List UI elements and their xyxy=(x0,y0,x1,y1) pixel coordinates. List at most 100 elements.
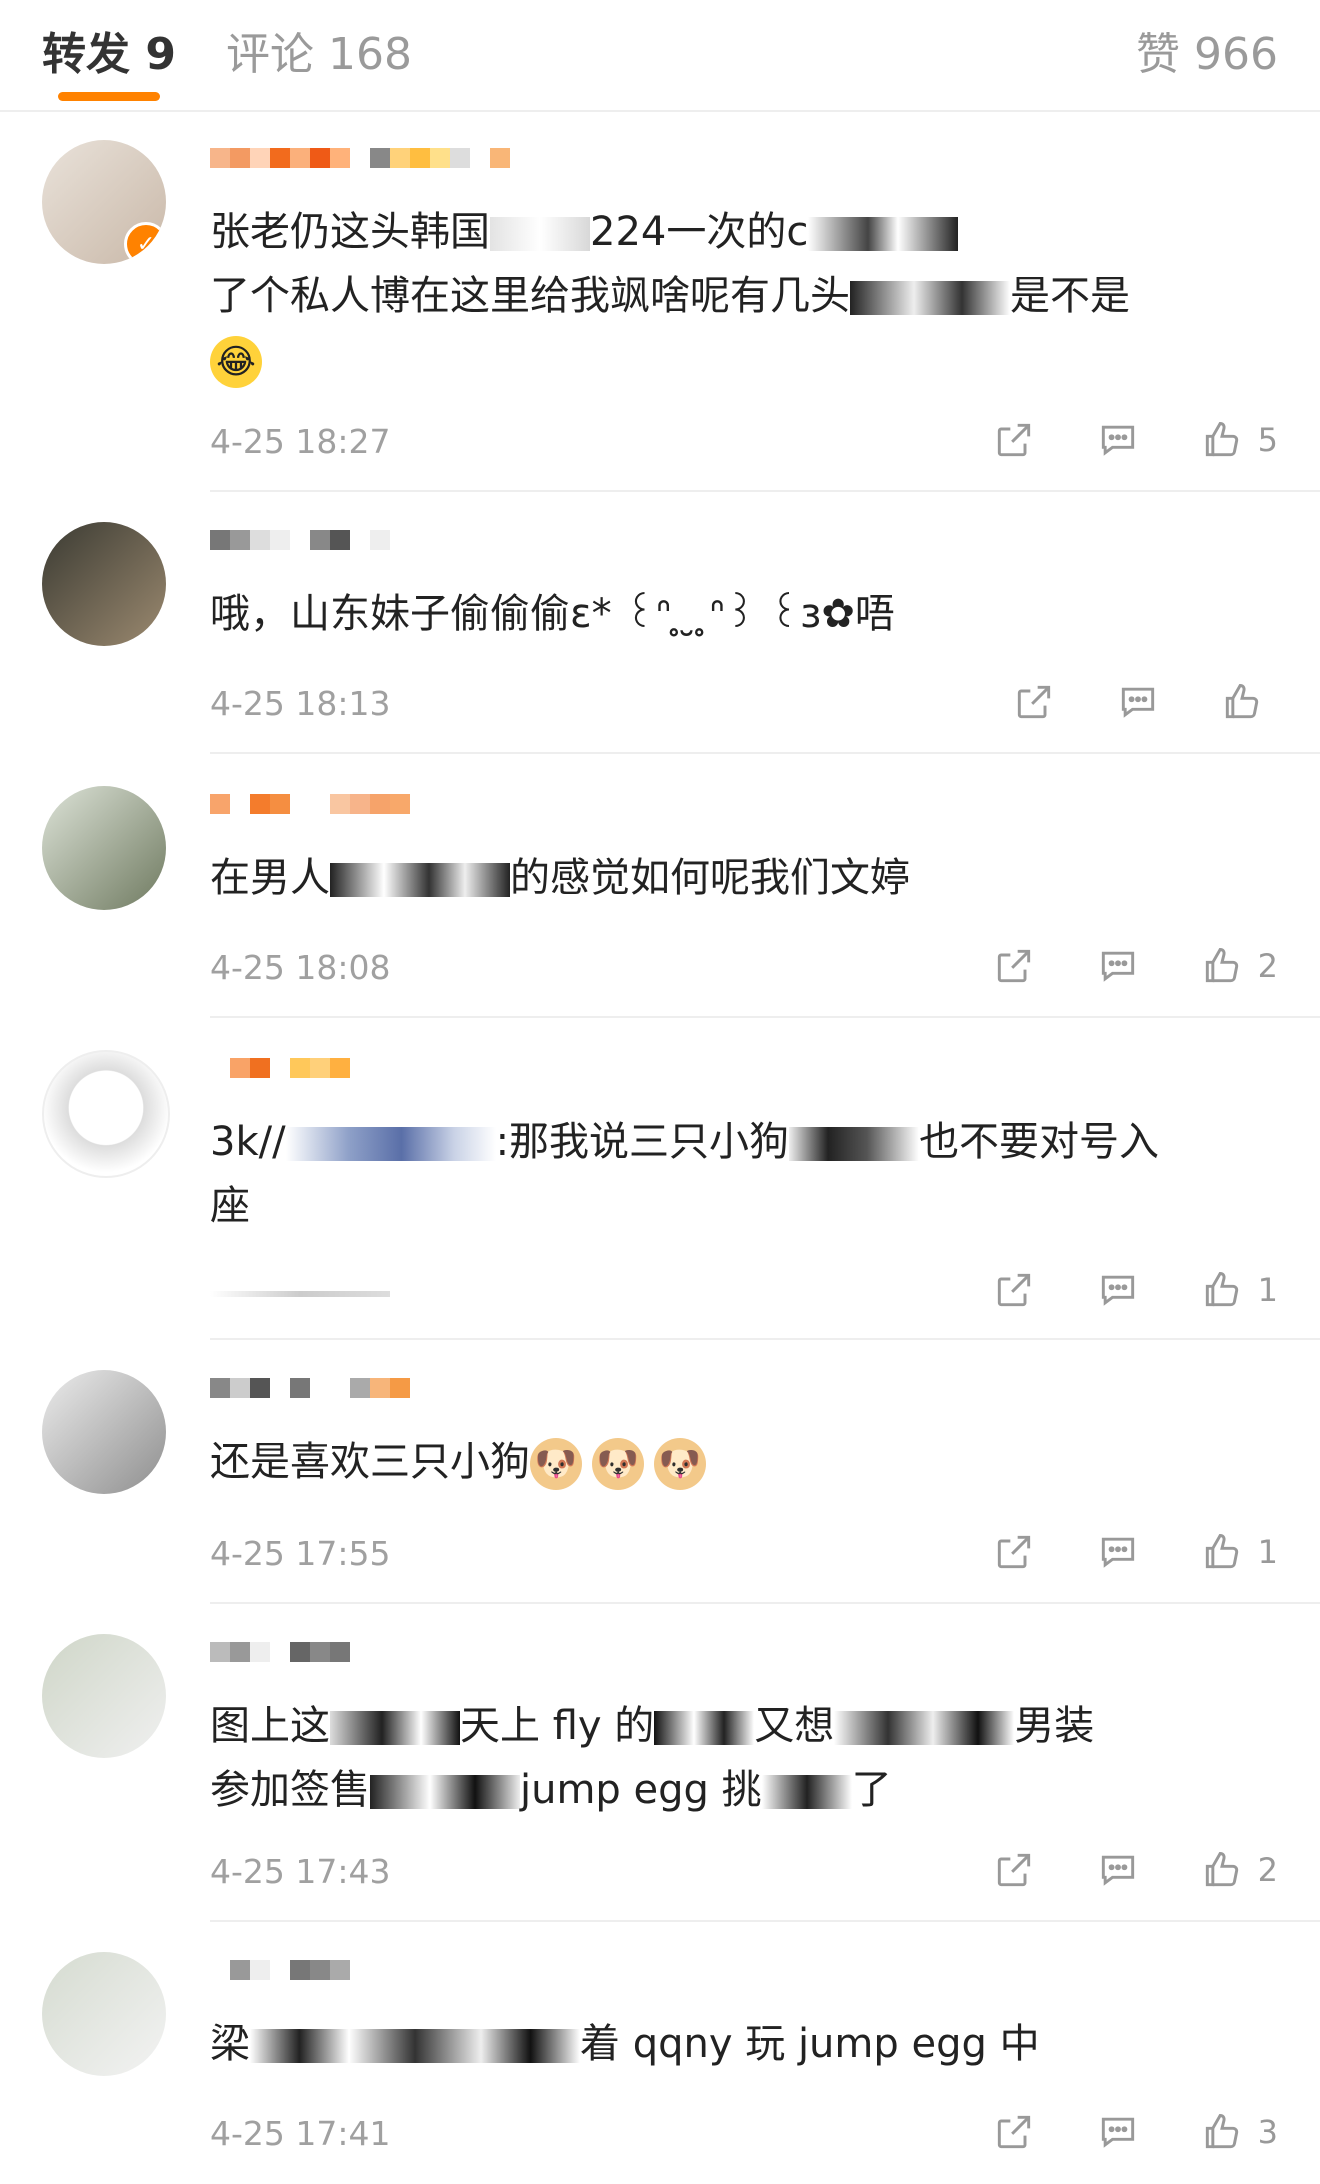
like-button[interactable] xyxy=(1220,680,1278,724)
username-mosaic[interactable] xyxy=(210,148,510,168)
like-count: 1 xyxy=(1257,1533,1278,1571)
comment-divider xyxy=(210,1602,1320,1604)
like-count: 2 xyxy=(1257,947,1278,985)
like-icon xyxy=(1205,1534,1238,1569)
comment-actions: 2 xyxy=(992,1848,1278,1892)
share-icon xyxy=(997,1273,1030,1307)
comment-item: 图上这 天上 fly 的又想 男装 参加签售 jump egg 挑了 4-25 17:… xyxy=(0,1634,1320,1922)
comment-time: 4-25 18:27 xyxy=(210,422,391,461)
share-button[interactable] xyxy=(1012,680,1056,724)
comment-item: 梁着 qqny 玩 jump egg 中 4-25 17:41 3 xyxy=(0,1952,1320,2182)
reply-button[interactable] xyxy=(1096,1268,1140,1312)
comment-text: 梁着 qqny 玩 jump egg 中 xyxy=(210,2021,1040,2067)
like-icon xyxy=(1205,948,1238,983)
share-button[interactable] xyxy=(992,1530,1036,1574)
comment-item: 哦，山东妹子偷偷偷ε* ꒰ᐢ ̥ ̮ ̥ᐢ꒱ ꒰ɜ✿唔 4-25 18:13 xyxy=(0,522,1320,754)
avatar[interactable] xyxy=(42,522,166,646)
reply-button[interactable] xyxy=(1096,944,1140,988)
tab-like[interactable]: 赞 966 xyxy=(1136,18,1278,82)
comment-text: 还是喜欢三只小狗 🐶 🐶 🐶 xyxy=(210,1430,1260,1494)
share-button[interactable] xyxy=(992,418,1036,462)
reply-button[interactable] xyxy=(1096,2110,1140,2154)
comment-text: 3k//:那我说三只小狗 也不要对号入 座 xyxy=(210,1119,1160,1229)
comment-icon xyxy=(1101,2117,1134,2148)
comment-icon xyxy=(1101,1275,1134,1306)
comment-icon xyxy=(1121,687,1155,718)
like-icon xyxy=(1205,1272,1238,1307)
like-button[interactable]: 1 xyxy=(1200,1268,1278,1312)
like-icon xyxy=(1205,422,1238,457)
like-count: 3 xyxy=(1257,2113,1278,2151)
puppy-emoji: 🐶 xyxy=(592,1438,644,1490)
comment-time: 4-25 18:08 xyxy=(210,948,391,987)
comment-actions: 1 xyxy=(992,1530,1278,1574)
share-icon xyxy=(997,423,1030,457)
avatar[interactable] xyxy=(42,1050,170,1178)
like-count: 1 xyxy=(1257,1271,1278,1309)
share-icon xyxy=(997,1853,1030,1887)
comment-divider xyxy=(210,1920,1320,1922)
reply-button[interactable] xyxy=(1096,418,1140,462)
verified-icon: ✓ xyxy=(124,222,166,264)
like-button[interactable]: 3 xyxy=(1200,2110,1278,2154)
like-icon xyxy=(1205,1852,1238,1887)
like-icon xyxy=(1205,2114,1238,2149)
username-mosaic[interactable] xyxy=(210,1378,410,1398)
comment-time xyxy=(210,1272,390,1311)
reply-button[interactable] xyxy=(1096,1530,1140,1574)
comment-divider xyxy=(210,1016,1320,1018)
puppy-emoji: 🐶 xyxy=(530,1438,582,1490)
like-button[interactable]: 5 xyxy=(1200,418,1278,462)
share-icon xyxy=(1017,685,1051,719)
share-icon xyxy=(997,2115,1030,2149)
comment-text: 在男人 的感觉如何呢我们文婷 xyxy=(210,855,910,901)
avatar[interactable] xyxy=(42,1370,166,1494)
puppy-emoji: 🐶 xyxy=(654,1438,706,1490)
share-button[interactable] xyxy=(992,2110,1036,2154)
comment-divider xyxy=(210,752,1320,754)
reply-button[interactable] xyxy=(1096,1848,1140,1892)
tab-comment[interactable]: 评论 168 xyxy=(226,18,412,82)
avatar[interactable] xyxy=(42,1634,166,1758)
share-button[interactable] xyxy=(992,1268,1036,1312)
comment-icon xyxy=(1101,1855,1134,1886)
like-button[interactable]: 2 xyxy=(1200,1848,1278,1892)
avatar[interactable] xyxy=(42,1952,166,2076)
comment-actions: 3 xyxy=(992,2110,1278,2154)
tab-repost[interactable]: 转发 9 xyxy=(42,18,176,82)
comment-actions xyxy=(1012,680,1278,724)
comment-item: 还是喜欢三只小狗 🐶 🐶 🐶 4-25 17:55 1 xyxy=(0,1370,1320,1604)
reply-button[interactable] xyxy=(1116,680,1160,724)
comment-tabs: 转发 9 评论 168 赞 966 xyxy=(0,0,1320,112)
like-icon xyxy=(1225,684,1259,719)
username-mosaic[interactable] xyxy=(210,1960,350,1980)
like-count: 2 xyxy=(1257,1851,1278,1889)
like-button[interactable]: 1 xyxy=(1200,1530,1278,1574)
comment-text: 图上这 天上 fly 的又想 男装 参加签售 jump egg 挑了 xyxy=(210,1703,1095,1813)
comment-time: 4-25 17:43 xyxy=(210,1852,391,1891)
share-button[interactable] xyxy=(992,1848,1036,1892)
comment-item: ✓ 张老仍这头韩国 224一次的c 了个私人博在这里给我飒啥呢有几头 是不是 😂 4… xyxy=(0,140,1320,492)
comment-item: 3k//:那我说三只小狗 也不要对号入 座 1 xyxy=(0,1050,1320,1340)
like-button[interactable]: 2 xyxy=(1200,944,1278,988)
share-button[interactable] xyxy=(992,944,1036,988)
comment-item: 在男人 的感觉如何呢我们文婷 4-25 18:08 2 xyxy=(0,786,1320,1018)
username-mosaic[interactable] xyxy=(210,794,410,814)
comment-divider xyxy=(210,1338,1320,1340)
like-count: 5 xyxy=(1257,421,1278,459)
comment-text: 哦，山东妹子偷偷偷ε* ꒰ᐢ ̥ ̮ ̥ᐢ꒱ ꒰ɜ✿唔 xyxy=(210,591,895,637)
share-icon xyxy=(997,1535,1030,1569)
comment-time: 4-25 17:41 xyxy=(210,2114,391,2153)
comment-icon xyxy=(1101,1537,1134,1568)
laughing-emoji: 😂 xyxy=(210,336,262,388)
comment-icon xyxy=(1101,425,1134,456)
avatar[interactable]: ✓ xyxy=(42,140,166,264)
comment-actions: 5 xyxy=(992,418,1278,462)
comment-time: 4-25 17:55 xyxy=(210,1534,391,1573)
username-mosaic[interactable] xyxy=(210,1058,350,1078)
comment-actions: 2 xyxy=(992,944,1278,988)
avatar[interactable] xyxy=(42,786,166,910)
username-mosaic[interactable] xyxy=(210,530,390,550)
username-mosaic[interactable] xyxy=(210,1642,350,1662)
comment-icon xyxy=(1101,951,1134,982)
